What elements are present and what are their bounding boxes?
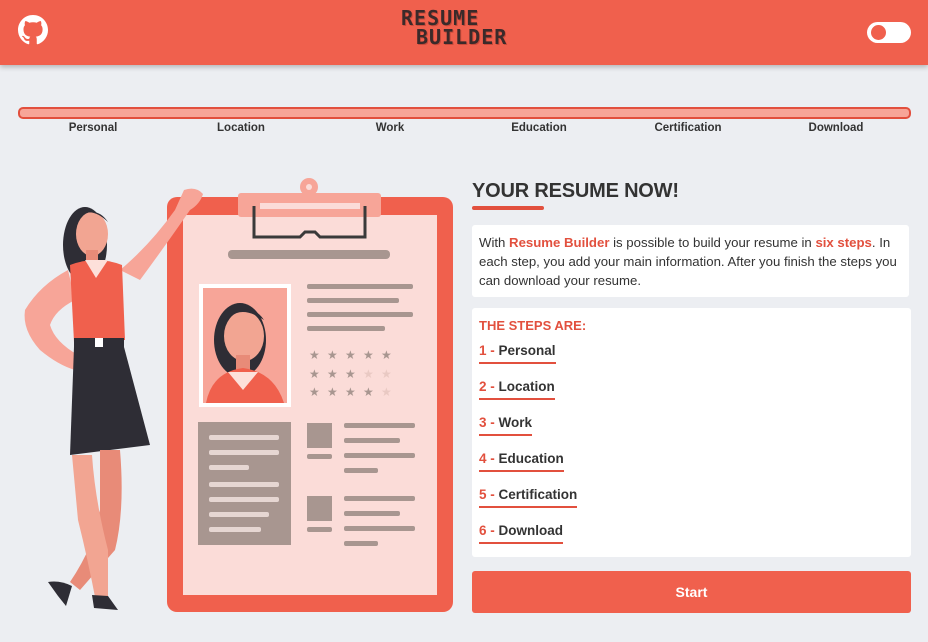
progress-step-education[interactable]: Education (484, 122, 594, 134)
github-icon[interactable] (18, 15, 48, 45)
logo-line-2: BUILDER (416, 25, 508, 49)
steps-title: THE STEPS ARE: (479, 318, 587, 333)
step-number: 5 - (479, 487, 495, 502)
svg-text:★: ★ (363, 385, 374, 399)
step-number: 2 - (479, 379, 495, 394)
progress-bar (18, 107, 911, 119)
resume-illustration: ★ ★ ★ ★ ★ ★ ★ ★ ★ ★ ★ ★ ★ ★ ★ (24, 178, 453, 612)
svg-text:★: ★ (309, 385, 320, 399)
list-item: 2 - Location (479, 379, 555, 400)
step-label: Certification (498, 487, 578, 502)
steps-list-box: THE STEPS ARE: 1 - Personal 2 - Location… (472, 308, 911, 557)
list-item: 3 - Work (479, 415, 533, 436)
app-logo: RESUME BUILDER (398, 8, 518, 49)
svg-text:★: ★ (327, 367, 338, 381)
app-header: RESUME BUILDER (0, 0, 928, 65)
step-number: 4 - (479, 451, 495, 466)
svg-text:★: ★ (309, 367, 320, 381)
progress-step-personal[interactable]: Personal (38, 122, 148, 134)
svg-text:★: ★ (363, 367, 374, 381)
step-label: Location (498, 379, 555, 394)
list-item: 5 - Certification (479, 487, 578, 508)
toggle-knob (871, 25, 886, 40)
intro-text: With (479, 235, 510, 250)
step-label: Education (498, 451, 564, 466)
svg-text:★: ★ (381, 367, 392, 381)
list-item: 4 - Education (479, 451, 564, 472)
svg-text:★: ★ (345, 367, 356, 381)
svg-text:★: ★ (345, 385, 356, 399)
svg-text:★: ★ (345, 348, 356, 362)
svg-text:★: ★ (309, 348, 320, 362)
svg-text:★: ★ (327, 385, 338, 399)
page-title: YOUR RESUME NOW! (472, 180, 679, 202)
svg-text:★: ★ (381, 348, 392, 362)
progress-step-location[interactable]: Location (186, 122, 296, 134)
svg-text:★: ★ (327, 348, 338, 362)
svg-text:★: ★ (363, 348, 374, 362)
step-label: Download (498, 523, 564, 538)
intro-box: With Resume Builder is possible to build… (472, 225, 909, 297)
progress-step-certification[interactable]: Certification (633, 122, 743, 134)
start-button[interactable]: Start (472, 571, 911, 613)
title-underline (472, 206, 544, 210)
progress-steps: Personal Location Work Education Certifi… (18, 122, 911, 138)
list-item: 1 - Personal (479, 343, 556, 364)
list-item: 6 - Download (479, 523, 564, 544)
step-label: Personal (498, 343, 556, 358)
step-number: 6 - (479, 523, 495, 538)
progress-step-download[interactable]: Download (781, 122, 891, 134)
progress-step-work[interactable]: Work (335, 122, 445, 134)
theme-toggle[interactable] (867, 22, 911, 43)
step-label: Work (498, 415, 533, 430)
brand-name: Resume Builder (509, 235, 610, 250)
step-number: 3 - (479, 415, 495, 430)
six-steps-highlight: six steps (815, 235, 872, 250)
step-number: 1 - (479, 343, 495, 358)
svg-text:★: ★ (381, 385, 392, 399)
intro-text: is possible to build your resume in (609, 235, 816, 250)
